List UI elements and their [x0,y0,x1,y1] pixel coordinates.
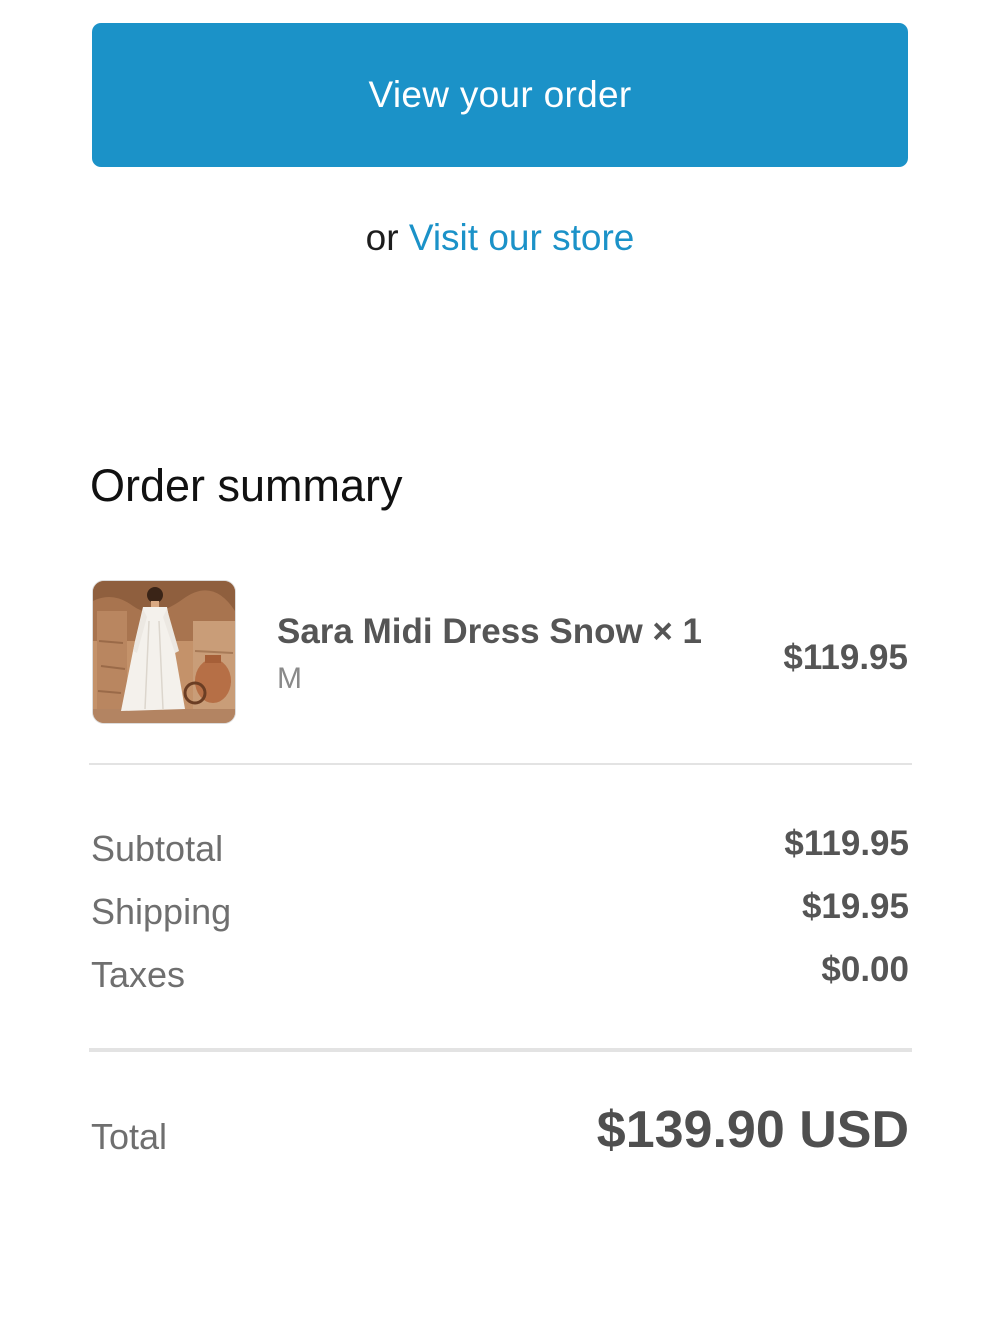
product-photo-white-dress [93,581,235,723]
divider [89,1048,912,1052]
view-order-button[interactable]: View your order [92,23,908,167]
subtotal-row: Subtotal $119.95 [91,824,909,874]
shipping-value: $19.95 [801,887,909,926]
total-row: Total $139.90 USD [91,1100,909,1170]
subtotal-value: $119.95 [784,824,909,863]
product-variant: M [277,662,302,695]
total-label: Total [91,1116,168,1157]
product-name: Sara Midi Dress Snow × 1 [277,612,703,651]
product-image [92,580,236,724]
order-summary-title: Order summary [90,460,403,511]
visit-store-link[interactable]: Visit our store [409,217,635,258]
shipping-row: Shipping $19.95 [91,887,909,937]
subtotal-label: Subtotal [91,828,224,869]
or-text: or [365,217,399,258]
taxes-value: $0.00 [821,950,909,989]
order-confirmation-page: View your order or Visit our store Order… [0,0,1000,1333]
taxes-row: Taxes $0.00 [91,950,909,1000]
total-value: $139.90 USD [596,1101,909,1159]
line-item: Sara Midi Dress Snow × 1 M $119.95 [92,580,908,724]
shipping-label: Shipping [91,891,232,932]
divider [89,763,912,765]
store-link-line: or Visit our store [0,214,1000,262]
product-price: $119.95 [783,638,908,677]
taxes-label: Taxes [91,954,186,995]
